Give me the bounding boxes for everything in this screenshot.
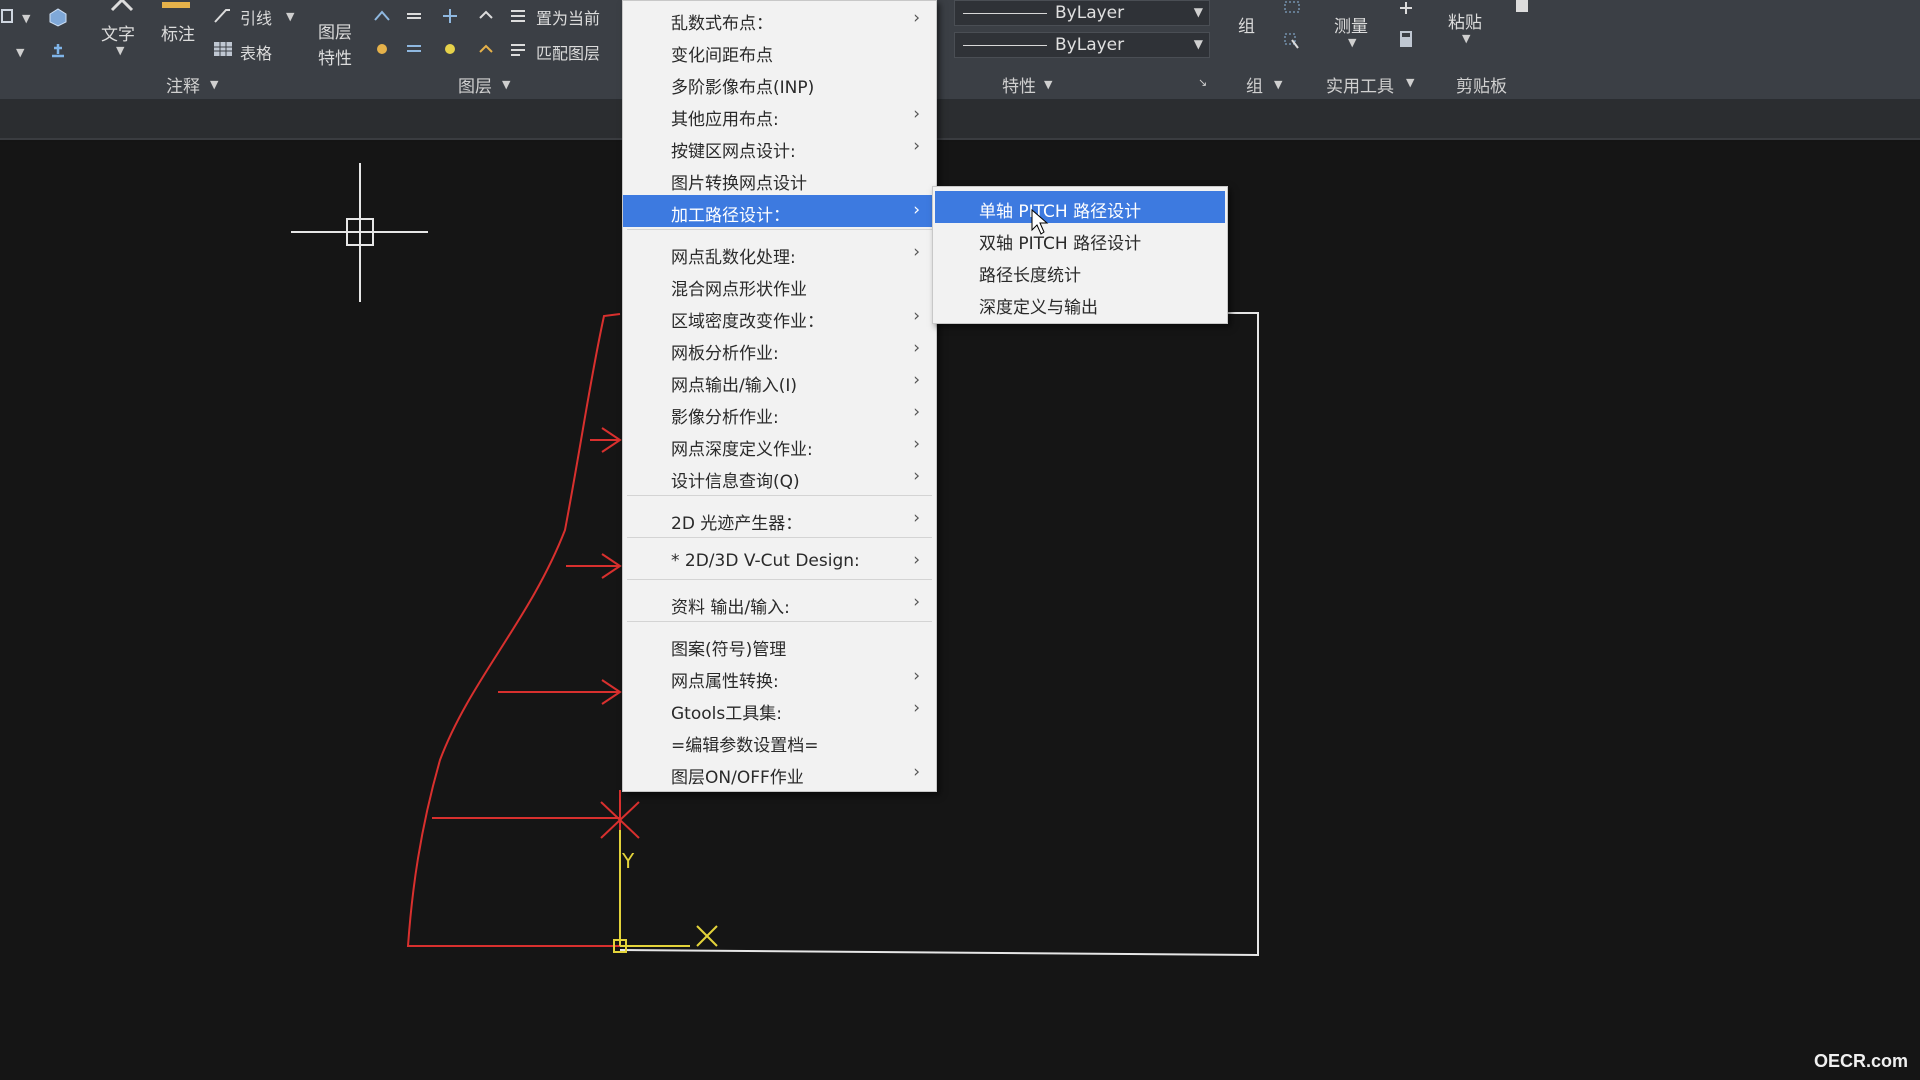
menu-separator — [627, 579, 932, 580]
submenu-item-label: 单轴 PITCH 路径设计 — [979, 202, 1142, 222]
watermark: OECR.com — [1813, 1051, 1908, 1071]
submenu-item[interactable]: 单轴 PITCH 路径设计 — [935, 191, 1225, 223]
menu-item[interactable]: 影像分析作业: › — [623, 397, 936, 429]
chevron-right-icon: › — [913, 550, 920, 570]
menu-item[interactable]: 2D 光迹产生器： › — [623, 503, 936, 535]
menu-separator — [627, 229, 932, 230]
menu-item-label: 按键区网点设计: — [671, 142, 796, 162]
menu-item-label: 图片转换网点设计 — [671, 174, 807, 194]
menu-item[interactable]: 图片转换网点设计 — [623, 163, 936, 195]
menu-item-label: 混合网点形状作业 — [671, 280, 807, 300]
menu-item-label: Gtools工具集: — [671, 704, 782, 724]
menu-item-label: 区域密度改变作业： — [671, 312, 824, 332]
ucs-y-label: Y — [621, 849, 635, 873]
submenu-item[interactable]: 深度定义与输出 — [935, 287, 1225, 319]
menu-separator — [627, 621, 932, 622]
mouse-pointer-icon — [1031, 208, 1049, 235]
menu-item-label: 2D 光迹产生器： — [671, 514, 803, 534]
chevron-right-icon: › — [913, 242, 920, 262]
menu-item-label: 资料 输出/输入: — [671, 598, 790, 618]
chevron-right-icon: › — [913, 200, 920, 220]
menu-item-label: =编辑参数设置档= — [671, 736, 819, 756]
menu-item-label: 加工路径设计： — [671, 206, 790, 226]
chevron-right-icon: › — [913, 434, 920, 454]
chevron-right-icon: › — [913, 136, 920, 156]
menu-item[interactable]: 网板分析作业: › — [623, 333, 936, 365]
menu-item[interactable]: 混合网点形状作业 — [623, 269, 936, 301]
menu-item[interactable]: 变化间距布点 — [623, 35, 936, 67]
menu-item-label: 网板分析作业: — [671, 344, 779, 364]
chevron-right-icon: › — [913, 370, 920, 390]
menu-item[interactable]: * 2D/3D V-Cut Design: › — [623, 545, 936, 577]
drawing-area: Y — [291, 163, 1259, 957]
menu-item-label: 网点输出/输入(I) — [671, 376, 798, 396]
menu-item-label: 影像分析作业: — [671, 408, 779, 428]
profile-curve — [406, 313, 640, 947]
menu-item-label: 多阶影像布点(INP) — [671, 78, 815, 98]
menu-item[interactable]: =编辑参数设置档= — [623, 725, 936, 757]
menu-item-label: 其他应用布点: — [671, 110, 779, 130]
chevron-right-icon: › — [913, 698, 920, 718]
chevron-right-icon: › — [913, 762, 920, 782]
submenu-item-label: 双轴 PITCH 路径设计 — [979, 234, 1142, 254]
menu-item-label: 图层ON/OFF作业 — [671, 768, 804, 788]
menu-item[interactable]: 资料 输出/输入: › — [623, 587, 936, 619]
menu-item[interactable]: 网点深度定义作业: › — [623, 429, 936, 461]
chevron-right-icon: › — [913, 666, 920, 686]
menu-item-label: 网点属性转换: — [671, 672, 779, 692]
chevron-right-icon: › — [913, 306, 920, 326]
menu-separator — [627, 495, 932, 496]
chevron-right-icon: › — [913, 466, 920, 486]
submenu-item[interactable]: 双轴 PITCH 路径设计 — [935, 223, 1225, 255]
menu-item-label: * 2D/3D V-Cut Design: — [671, 551, 860, 571]
context-menu: 乱数式布点： › 变化间距布点 多阶影像布点(INP) 其他应用布点: › 按键区网点设计:… — [622, 0, 937, 792]
menu-item-label: 网点乱数化处理: — [671, 248, 796, 268]
submenu-item-label: 路径长度统计 — [979, 266, 1081, 286]
menu-item[interactable]: 其他应用布点: › — [623, 99, 936, 131]
chevron-right-icon: › — [913, 8, 920, 28]
menu-item-label: 乱数式布点： — [671, 14, 773, 34]
menu-item[interactable]: 乱数式布点： › — [623, 3, 936, 35]
menu-item[interactable]: 网点输出/输入(I) › — [623, 365, 936, 397]
menu-item[interactable]: 图案(符号)管理 — [623, 629, 936, 661]
chevron-right-icon: › — [913, 104, 920, 124]
menu-item[interactable]: 按键区网点设计: › — [623, 131, 936, 163]
path-design-submenu: 单轴 PITCH 路径设计 双轴 PITCH 路径设计 路径长度统计 深度定义与输出 — [932, 186, 1228, 324]
menu-item[interactable]: 区域密度改变作业： › — [623, 301, 936, 333]
crosshair-cursor — [291, 163, 428, 302]
menu-item-label: 图案(符号)管理 — [671, 640, 787, 660]
menu-item[interactable]: 多阶影像布点(INP) — [623, 67, 936, 99]
menu-item[interactable]: 设计信息查询(Q) › — [623, 461, 936, 493]
menu-item[interactable]: 图层ON/OFF作业 › — [623, 757, 936, 789]
chevron-right-icon: › — [913, 338, 920, 358]
chevron-right-icon: › — [913, 402, 920, 422]
menu-item[interactable]: 加工路径设计： › — [623, 195, 936, 227]
menu-item-label: 设计信息查询(Q) — [671, 472, 800, 492]
chevron-right-icon: › — [913, 592, 920, 612]
chevron-right-icon: › — [913, 508, 920, 528]
submenu-item-label: 深度定义与输出 — [979, 298, 1098, 318]
menu-item-label: 变化间距布点 — [671, 46, 773, 66]
menu-item-label: 网点深度定义作业: — [671, 440, 813, 460]
submenu-item[interactable]: 路径长度统计 — [935, 255, 1225, 287]
menu-separator — [627, 537, 932, 538]
menu-item[interactable]: Gtools工具集: › — [623, 693, 936, 725]
menu-item[interactable]: 网点乱数化处理: › — [623, 237, 936, 269]
menu-item[interactable]: 网点属性转换: › — [623, 661, 936, 693]
